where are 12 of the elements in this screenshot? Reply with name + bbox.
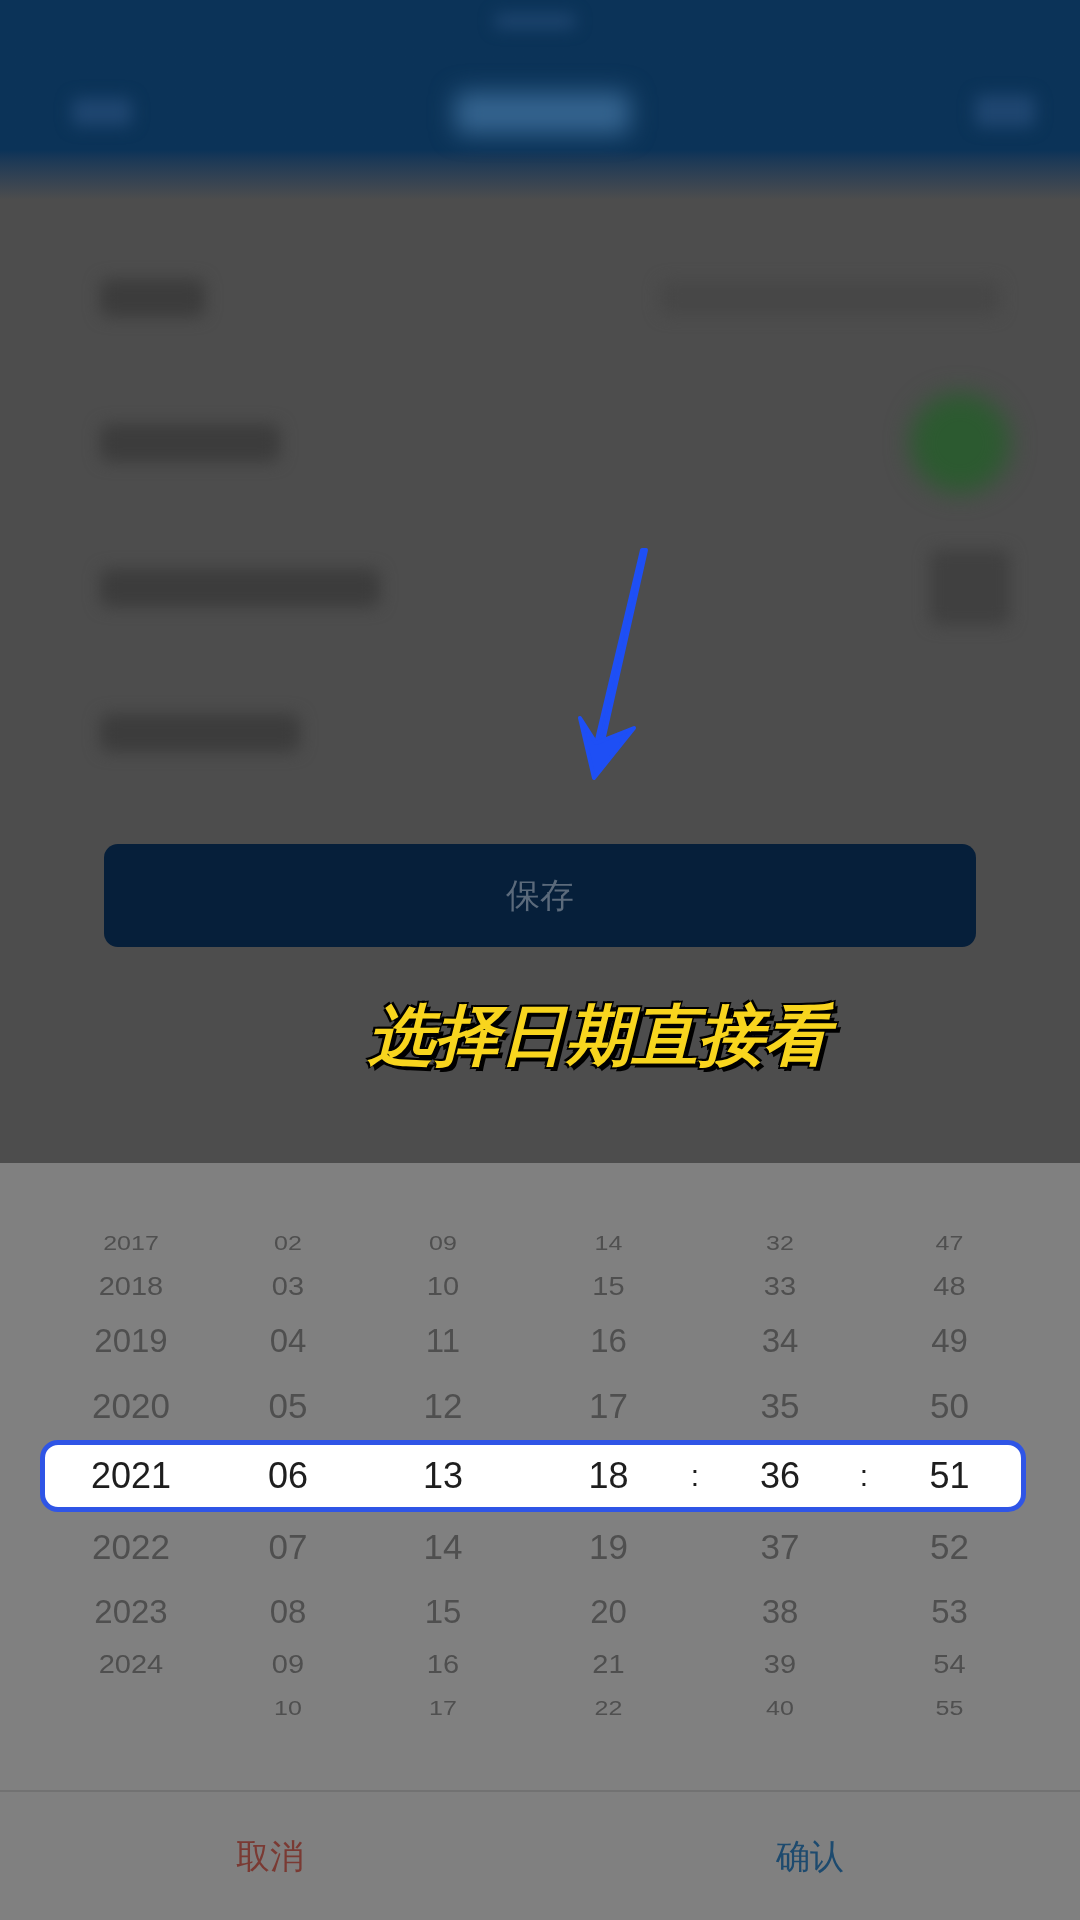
picker-option[interactable]: 13 (422, 1458, 463, 1494)
confirm-button[interactable]: 确认 (540, 1792, 1080, 1920)
picker-option[interactable]: 18 (588, 1458, 629, 1494)
time-separator: : (859, 1461, 869, 1491)
annotation-text: 选择日期直接看 (356, 992, 842, 1085)
picker-option[interactable]: 06 (267, 1458, 308, 1494)
picker-option[interactable]: 2021 (90, 1458, 172, 1494)
cancel-button[interactable]: 取消 (0, 1792, 540, 1920)
save-button[interactable]: 保存 (104, 844, 976, 947)
picker-option[interactable]: 51 (929, 1458, 970, 1494)
picker-option[interactable]: 36 (759, 1458, 800, 1494)
time-separator: : (690, 1461, 700, 1491)
